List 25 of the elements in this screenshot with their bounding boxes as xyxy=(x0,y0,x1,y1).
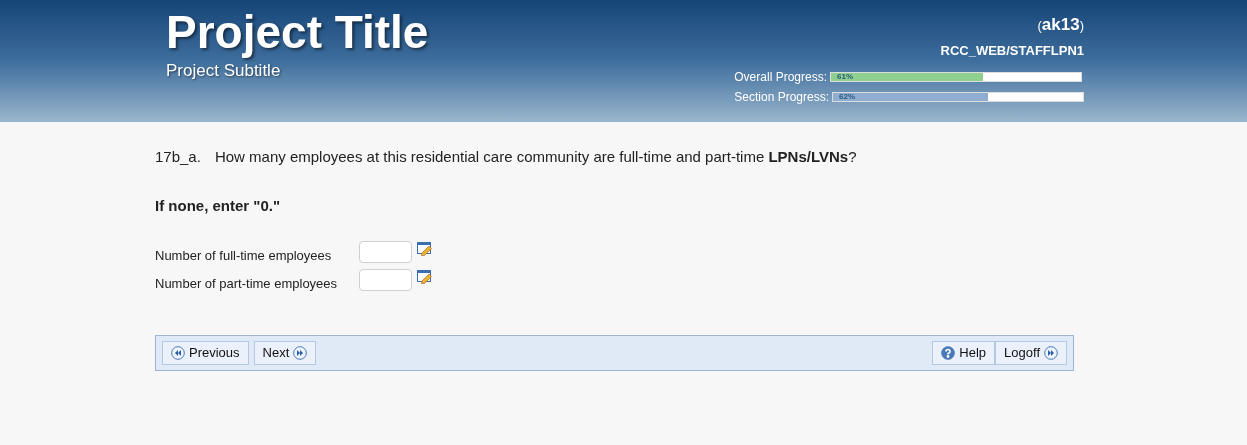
progress-label: Overall Progress: xyxy=(734,69,827,86)
field-label: Number of part-time employees xyxy=(155,274,339,293)
edit-pencil-icon[interactable] xyxy=(417,242,433,256)
project-subtitle: Project Subtitle xyxy=(166,60,282,82)
question-number: 17b_a. xyxy=(155,147,201,167)
instruction-text: If none, enter "0." xyxy=(155,195,282,216)
number-input[interactable] xyxy=(359,268,412,291)
form-path: RCC_WEB/STAFFLPN1 xyxy=(940,41,1084,60)
progress-reading: 61% xyxy=(837,72,853,82)
nav-button[interactable]: Help xyxy=(932,341,996,365)
nav-button[interactable]: Next xyxy=(253,341,317,365)
fast-forward-icon xyxy=(1044,346,1058,360)
user-id: (ak13) xyxy=(1037,14,1084,36)
project-title: Project Title xyxy=(166,6,429,58)
field-label: Number of full-time employees xyxy=(155,247,333,265)
progress-reading: 62% xyxy=(839,92,855,102)
nav-button[interactable]: Previous xyxy=(162,341,249,365)
fast-forward-icon xyxy=(293,346,308,360)
question-text: How many employees at this residential care community are full-time and part-time LPNs/LVNs? xyxy=(214,147,857,167)
edit-pencil-icon[interactable] xyxy=(417,269,433,284)
progress-label: Section Progress: xyxy=(734,89,829,106)
nav-button[interactable]: Logoff xyxy=(995,341,1067,365)
help-icon xyxy=(941,346,956,360)
number-input[interactable] xyxy=(359,241,412,263)
rewind-icon xyxy=(171,346,185,360)
